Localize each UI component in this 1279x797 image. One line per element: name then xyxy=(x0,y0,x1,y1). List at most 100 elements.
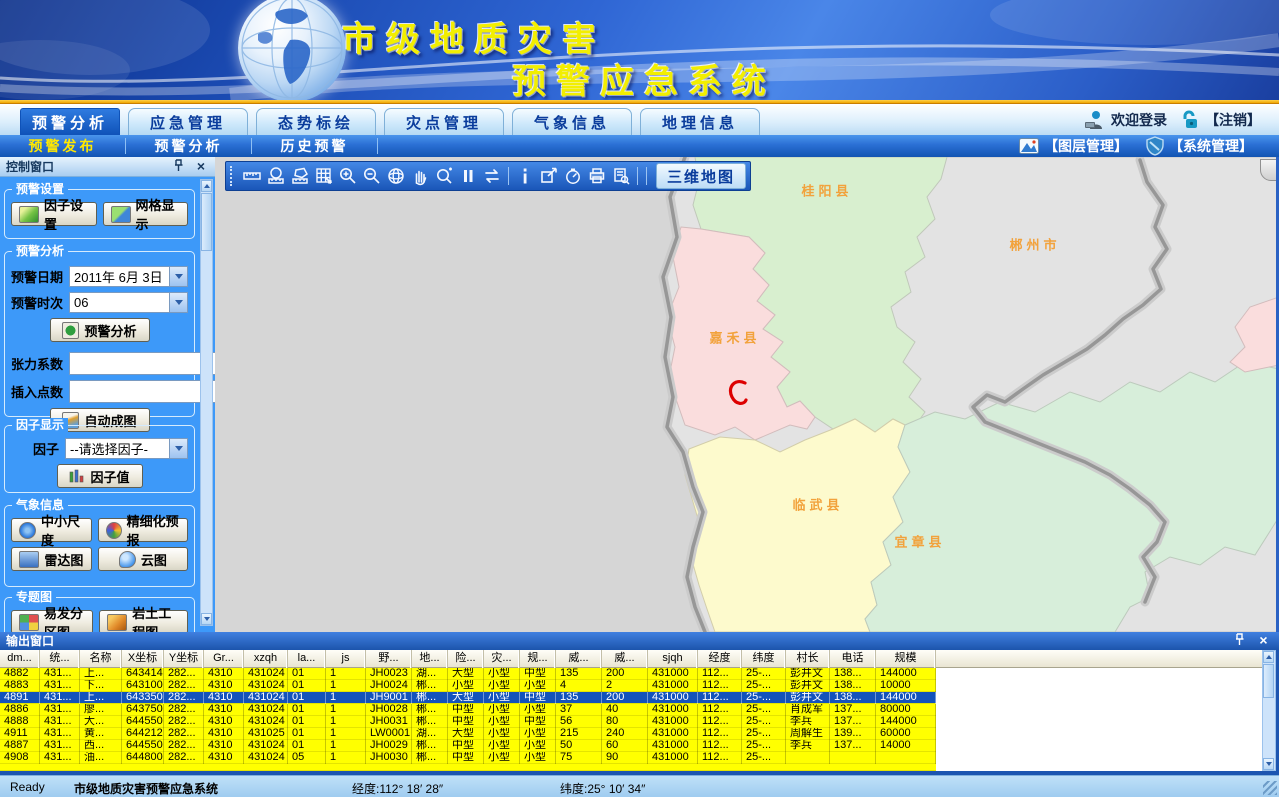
scroll-up-icon[interactable] xyxy=(201,180,212,192)
close-icon[interactable]: × xyxy=(193,159,209,175)
scrollbar-thumb[interactable] xyxy=(1263,664,1274,698)
factor-settings-button[interactable]: 因子设置 xyxy=(11,202,97,226)
cloud-map-button[interactable]: 云图 xyxy=(98,547,188,571)
table-cell: 431024 xyxy=(244,704,288,716)
warning-time-select[interactable]: 06 xyxy=(69,292,188,313)
chevron-down-icon[interactable] xyxy=(169,267,187,286)
subtab-history-warning[interactable]: 历史预警 xyxy=(252,136,377,156)
column-header[interactable]: dm... xyxy=(0,650,40,668)
table-row[interactable]: 4887431...西...644550282...4310431024011J… xyxy=(0,740,936,752)
table-row-partial[interactable] xyxy=(0,764,936,771)
table-row[interactable]: 4882431...上...643414282...4310431024011J… xyxy=(0,668,936,680)
column-header[interactable]: 地... xyxy=(412,650,448,668)
fine-forecast-button[interactable]: 精细化预报 xyxy=(98,518,188,542)
refresh-swap-icon[interactable] xyxy=(481,165,503,187)
warning-date-select[interactable]: 2011年 6月 3日 xyxy=(69,266,188,287)
column-header[interactable]: sjqh xyxy=(648,650,698,668)
column-header[interactable]: 威... xyxy=(556,650,602,668)
welcome-login[interactable]: 欢迎登录 xyxy=(1083,110,1167,130)
identify-info-icon[interactable] xyxy=(514,165,536,187)
scroll-down-icon[interactable] xyxy=(201,613,212,625)
table-cell: 431024 xyxy=(244,716,288,728)
measure-polygon-icon[interactable] xyxy=(289,165,311,187)
gauge-icon[interactable] xyxy=(562,165,584,187)
full-extent-globe-icon[interactable] xyxy=(385,165,407,187)
scrollbar-thumb[interactable] xyxy=(201,193,212,251)
map-toolbar: 三维地图 xyxy=(225,161,751,191)
zoom-window-icon[interactable] xyxy=(433,165,455,187)
pause-icon[interactable] xyxy=(457,165,479,187)
meso-scale-button[interactable]: 中小尺度 xyxy=(11,518,92,542)
table-row[interactable]: 4911431...黄...644212282...4310431025011L… xyxy=(0,728,936,740)
factor-select[interactable]: --请选择因子- xyxy=(65,438,188,459)
column-header[interactable]: 电话 xyxy=(830,650,876,668)
pin-icon[interactable] xyxy=(1234,633,1249,648)
export-icon[interactable] xyxy=(538,165,560,187)
map-3d-button[interactable]: 三维地图 xyxy=(656,163,746,189)
grid-layers-icon[interactable] xyxy=(313,165,335,187)
scroll-down-icon[interactable] xyxy=(1263,758,1274,770)
measure-distance-icon[interactable] xyxy=(241,165,263,187)
warning-analyze-button[interactable]: 预警分析 xyxy=(50,318,150,342)
factor-value-button[interactable]: 因子值 xyxy=(57,464,143,488)
column-header[interactable]: 规... xyxy=(520,650,556,668)
column-header[interactable]: 村长 xyxy=(786,650,830,668)
radar-map-button[interactable]: 雷达图 xyxy=(11,547,92,571)
subtab-warning-analysis[interactable]: 预警分析 xyxy=(126,136,251,156)
column-header[interactable]: xzqh xyxy=(244,650,288,668)
column-header[interactable]: js xyxy=(326,650,366,668)
print-preview-icon[interactable] xyxy=(610,165,632,187)
column-header[interactable]: 险... xyxy=(448,650,484,668)
tab-warning-analysis[interactable]: 预警分析 xyxy=(20,108,120,135)
chevron-down-icon[interactable] xyxy=(169,293,187,312)
column-header[interactable]: 威... xyxy=(602,650,648,668)
column-header[interactable]: 统... xyxy=(40,650,80,668)
zoom-in-icon[interactable] xyxy=(337,165,359,187)
zoning-map-button[interactable]: 易发分区图 xyxy=(11,610,93,634)
pan-hand-icon[interactable] xyxy=(409,165,431,187)
column-header[interactable]: la... xyxy=(288,650,326,668)
table-cell: 644550 xyxy=(122,740,164,752)
layer-manager[interactable]: 【图层管理】 xyxy=(1019,136,1128,156)
print-icon[interactable] xyxy=(586,165,608,187)
table-row[interactable]: 4888431...大...644550282...4310431024011J… xyxy=(0,716,936,728)
table-row[interactable]: 4908431...油...644800282...4310431024051J… xyxy=(0,752,936,764)
overview-map-toggle[interactable] xyxy=(1260,159,1277,181)
chevron-down-icon[interactable] xyxy=(169,439,187,458)
resize-grip[interactable] xyxy=(1263,781,1277,795)
column-header[interactable]: Gr... xyxy=(204,650,244,668)
table-row[interactable]: 4891431...上...643350282...4310431024011J… xyxy=(0,692,936,704)
system-manager[interactable]: 【系统管理】 xyxy=(1146,136,1253,156)
column-header[interactable]: X坐标 xyxy=(122,650,164,668)
tab-emergency-management[interactable]: 应急管理 xyxy=(128,108,248,135)
pin-icon[interactable] xyxy=(173,159,189,175)
table-cell: 431000 xyxy=(648,716,698,728)
close-icon[interactable]: × xyxy=(1256,633,1271,648)
table-scrollbar[interactable] xyxy=(1262,650,1276,771)
tab-situation-plotting[interactable]: 态势标绘 xyxy=(256,108,376,135)
table-row[interactable]: 4883431...下...643100282...4310431024011J… xyxy=(0,680,936,692)
logout[interactable]: 【注销】 xyxy=(1181,110,1261,130)
column-header[interactable]: 纬度 xyxy=(742,650,786,668)
column-header[interactable]: 野... xyxy=(366,650,412,668)
tab-geo-info[interactable]: 地理信息 xyxy=(640,108,760,135)
column-header[interactable]: Y坐标 xyxy=(164,650,204,668)
column-header[interactable]: 经度 xyxy=(698,650,742,668)
scroll-up-icon[interactable] xyxy=(1263,651,1274,663)
map-canvas[interactable]: 桂阳县 郴州市 嘉禾县 临武县 宜章县 三维地图 xyxy=(215,157,1279,632)
table-cell: 56 xyxy=(556,716,602,728)
column-header[interactable]: 规模 xyxy=(876,650,936,668)
tab-weather-info[interactable]: 气象信息 xyxy=(512,108,632,135)
status-longitude: 经度:112° 18′ 28″ xyxy=(352,780,443,797)
column-header[interactable]: 名称 xyxy=(80,650,122,668)
column-header[interactable]: 灾... xyxy=(484,650,520,668)
geotech-map-button[interactable]: 岩土工程图 xyxy=(99,610,188,634)
zoom-out-icon[interactable] xyxy=(361,165,383,187)
panel-scrollbar[interactable] xyxy=(200,179,213,626)
measure-circle-icon[interactable] xyxy=(265,165,287,187)
tab-disaster-points[interactable]: 灾点管理 xyxy=(384,108,504,135)
grid-display-button[interactable]: 网格显示 xyxy=(103,202,189,226)
table-row[interactable]: 4886431...廖...643750282...4310431024011J… xyxy=(0,704,936,716)
toolbar-grip[interactable] xyxy=(230,166,236,186)
subtab-warning-publish[interactable]: 预警发布 xyxy=(0,136,125,156)
